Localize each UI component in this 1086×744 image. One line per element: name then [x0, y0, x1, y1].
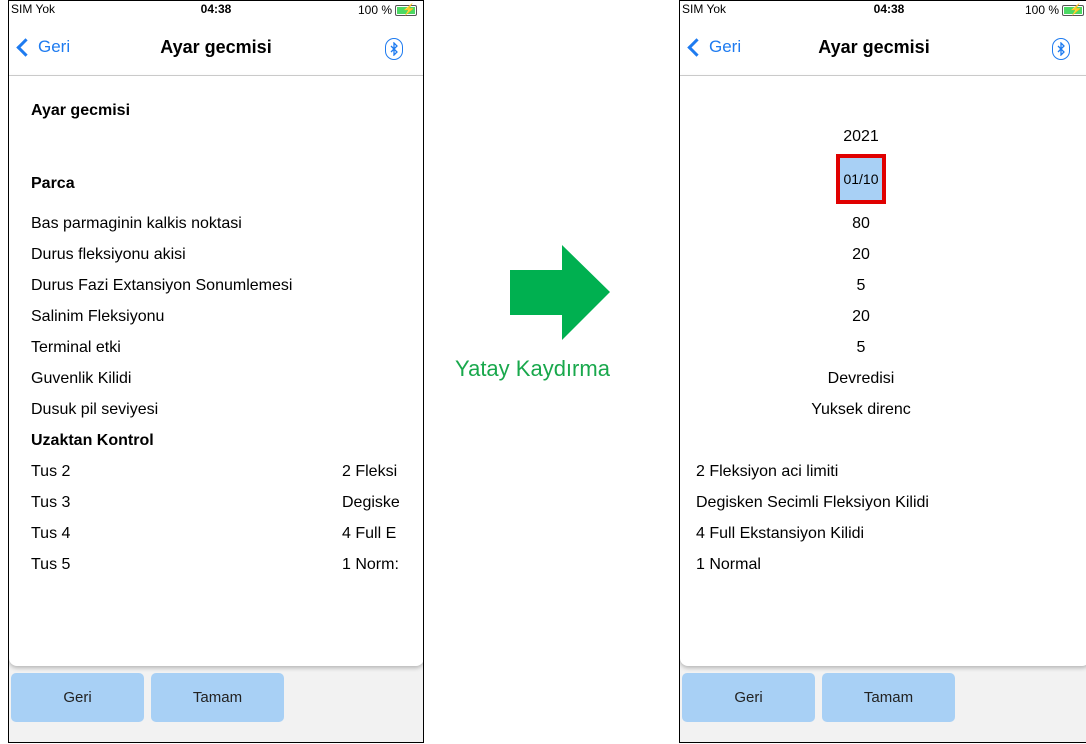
setting-value: 20	[852, 308, 870, 325]
remote-row-value: Degiske	[342, 494, 400, 511]
selected-date: 01/10	[840, 158, 882, 200]
battery-indicator: 100 % ⚡	[1025, 2, 1084, 18]
list-item: Salinim Fleksiyonu	[31, 308, 165, 325]
section-part: Parca	[31, 175, 75, 192]
battery-charging-icon: ⚡	[1062, 4, 1084, 16]
section-remote-control: Uzaktan Kontrol	[31, 432, 154, 449]
navigation-bar: Geri Ayar gecmisi	[680, 17, 1086, 76]
bluetooth-icon[interactable]	[385, 38, 403, 60]
setting-value: Yuksek direnc	[811, 401, 911, 418]
remote-row-value: 2 Fleksi	[342, 463, 398, 480]
back-button[interactable]: Geri	[11, 673, 144, 722]
arrow-right-icon	[510, 245, 610, 340]
remote-row-label: Tus 2	[31, 463, 71, 480]
selected-date-highlight[interactable]: 01/10	[836, 154, 886, 204]
list-item: Dusuk pil seviyesi	[31, 401, 159, 418]
settings-history-card: 2021 80 20 5 20 5 Devredisi Yuksek diren…	[680, 76, 1086, 666]
remote-value: 1 Normal	[696, 556, 761, 573]
setting-value: 80	[852, 215, 870, 232]
battery-percent: 100 %	[357, 3, 392, 17]
ok-button[interactable]: Tamam	[822, 673, 955, 722]
list-item: Guvenlik Kilidi	[31, 370, 132, 387]
settings-history-card: Ayar gecmisi Parca Bas parmaginin kalkis…	[9, 76, 423, 666]
navigation-bar: Geri Ayar gecmisi	[9, 17, 423, 76]
remote-row-value: 1 Norm:	[342, 556, 399, 573]
card-heading: Ayar gecmisi	[31, 102, 131, 119]
ok-button[interactable]: Tamam	[151, 673, 284, 722]
remote-row-value: 4 Full E	[342, 525, 397, 542]
remote-value: 2 Fleksiyon aci limiti	[696, 463, 839, 480]
list-item: Durus fleksiyonu akisi	[31, 246, 186, 263]
list-item: Durus Fazi Extansiyon Sonumlemesi	[31, 277, 293, 294]
battery-percent: 100 %	[1024, 3, 1059, 17]
remote-value: Degisken Secimli Fleksiyon Kilidi	[696, 494, 929, 511]
status-bar: SIM Yok 04:38 100 % ⚡	[9, 1, 423, 17]
back-button[interactable]: Geri	[682, 673, 815, 722]
status-bar: SIM Yok 04:38 100 % ⚡	[680, 1, 1086, 17]
remote-row-label: Tus 5	[31, 556, 71, 573]
remote-row-label: Tus 3	[31, 494, 71, 511]
phone-screen-right: SIM Yok 04:38 100 % ⚡ Geri Ayar gecmisi …	[679, 0, 1086, 743]
setting-value: 20	[852, 246, 870, 263]
bluetooth-icon[interactable]	[1052, 38, 1070, 60]
setting-value: 5	[856, 277, 866, 294]
phone-screen-left: SIM Yok 04:38 100 % ⚡ Geri Ayar gecmisi …	[8, 0, 424, 743]
setting-value: 5	[856, 339, 866, 356]
battery-indicator: 100 % ⚡	[358, 2, 417, 18]
remote-row-label: Tus 4	[31, 525, 71, 542]
battery-charging-icon: ⚡	[395, 4, 417, 16]
remote-value: 4 Full Ekstansiyon Kilidi	[696, 525, 865, 542]
page-title: Ayar gecmisi	[818, 37, 930, 57]
swipe-caption: Yatay Kaydırma	[455, 356, 610, 381]
list-item: Bas parmaginin kalkis noktasi	[31, 215, 242, 232]
year-value: 2021	[843, 128, 879, 145]
setting-value: Devredisi	[827, 370, 895, 387]
list-item: Terminal etki	[31, 339, 121, 356]
page-title: Ayar gecmisi	[160, 37, 272, 57]
